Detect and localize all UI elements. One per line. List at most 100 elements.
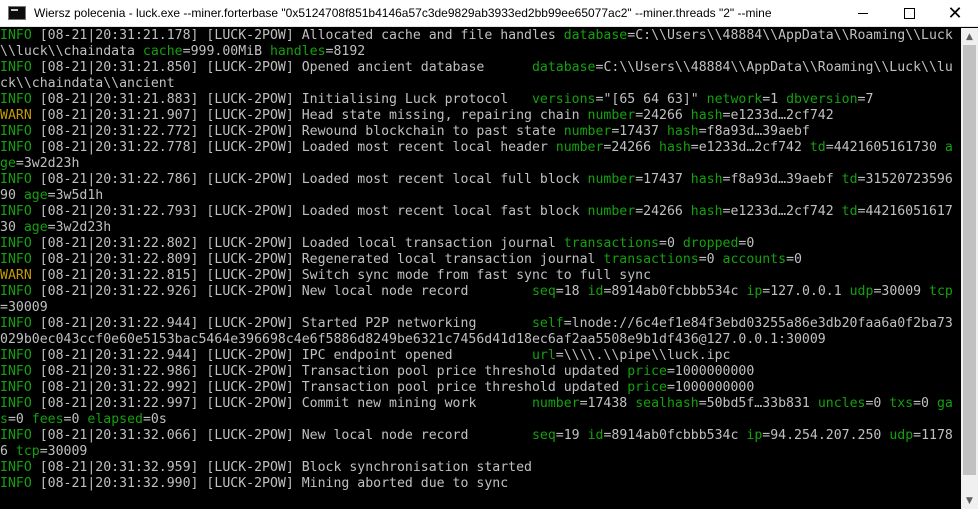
log-key: number [587,204,636,219]
close-button[interactable]: ✕ [932,0,978,27]
log-key: age [23,188,48,203]
log-text: =50bd5f…33b831 [698,396,818,411]
log-level-info: INFO [0,28,32,43]
log-text: =30009 [39,444,88,459]
maximize-button[interactable] [886,0,932,27]
console-line: WARN [08-21|20:31:22.815] [LUCK-2POW] Sw… [0,268,961,284]
log-text: =30009 [873,284,930,299]
log-text: =19 [555,428,588,443]
log-key: network [706,92,763,107]
log-key: dropped [682,236,739,251]
log-text: [08-21|20:31:22.786] [LUCK-2POW] Loaded … [31,172,588,187]
log-text: [08-21|20:31:32.959] [LUCK-2POW] Block s… [31,460,532,475]
console-line: 6 tcp=30009 [0,444,961,460]
log-level-info: INFO [0,124,32,139]
log-key: fees [31,412,64,427]
log-key: versions [531,92,596,107]
log-text: =24266 [635,108,691,123]
log-text: =1178 [913,428,953,443]
log-key: udp [849,284,874,299]
log-text: 6 [0,444,16,459]
log-text: =3w5d1h [47,188,104,203]
log-text: [08-21|20:31:22.778] [LUCK-2POW] Loaded … [31,140,556,155]
log-key: sealhash [635,396,699,411]
console-line: INFO [08-21|20:31:22.778] [LUCK-2POW] Lo… [0,140,961,156]
log-level-warn: WARN [0,108,32,123]
log-text: =C:\\Users\\48884\\AppData\\Roaming\\Luc… [595,60,953,75]
vertical-scrollbar[interactable]: ▲ ▼ [961,28,978,509]
minimize-icon [858,12,868,14]
log-key: hash [659,140,691,155]
log-text: =17438 [579,396,636,411]
log-text: =0s [142,412,167,427]
console-line: INFO [08-21|20:31:22.793] [LUCK-2POW] Lo… [0,204,961,220]
log-text: =7 [857,92,874,107]
console-line: INFO [08-21|20:31:21.883] [LUCK-2POW] In… [0,92,961,108]
log-text: =8192 [325,44,366,59]
log-text: 029b0ec043ccf0e60e5153bac5464e396698c4e6… [0,332,826,347]
log-level-info: INFO [0,92,32,107]
log-text: [08-21|20:31:21.178] [LUCK-2POW] Allocat… [31,28,564,43]
log-key: td [809,140,826,155]
console-window: Wiersz polecenia - luck.exe --miner.fort… [0,0,978,509]
log-text: =999.00MiB [182,44,270,59]
log-text: [08-21|20:31:22.793] [LUCK-2POW] Loaded … [31,204,588,219]
console-line: 029b0ec043ccf0e60e5153bac5464e396698c4e6… [0,332,961,348]
log-key: hash [690,108,723,123]
log-text: =1000000000 [666,380,755,395]
log-text: =C:\\Users\\48884\\AppData\\Roaming\\Luc… [627,28,953,43]
log-text: =94.254.207.250 [762,428,890,443]
log-text: [08-21|20:31:22.802] [LUCK-2POW] Loaded … [31,236,564,251]
log-level-info: INFO [0,476,32,491]
log-level-info: INFO [0,172,32,187]
log-key: seq [531,284,556,299]
console-line: INFO [08-21|20:31:22.772] [LUCK-2POW] Re… [0,124,961,140]
scrollbar-thumb[interactable] [963,45,976,475]
log-key: handles [269,44,326,59]
log-key: id [587,428,604,443]
log-level-info: INFO [0,428,32,443]
title-bar[interactable]: Wiersz polecenia - luck.exe --miner.fort… [0,0,978,27]
console-output[interactable]: INFO [08-21|20:31:21.178] [LUCK-2POW] Al… [0,28,961,509]
console-line: =30009 [0,300,961,316]
log-level-info: INFO [0,348,32,363]
console-line: 30 age=3w2d23h [0,220,961,236]
log-key: dbversion [786,92,858,107]
log-level-info: INFO [0,460,32,475]
log-key: ip [746,284,763,299]
log-text: =30009 [0,300,48,315]
log-key: id [587,284,604,299]
log-text: =0 [63,412,88,427]
log-text: [08-21|20:31:22.986] [LUCK-2POW] Transac… [31,364,628,379]
log-text: =127.0.0.1 [762,284,850,299]
log-level-info: INFO [0,60,32,75]
log-text: [08-21|20:31:22.772] [LUCK-2POW] Rewound… [31,124,564,139]
cmd-app-icon [8,6,26,20]
log-text: =0 [913,396,937,411]
log-text: [08-21|20:31:21.907] [LUCK-2POW] Head st… [31,108,588,123]
log-text: =0 [738,236,755,251]
log-text: =e1233d…2cf742 [722,108,834,123]
log-key: udp [889,428,914,443]
console-line: 90 age=3w5d1h [0,188,961,204]
log-level-info: INFO [0,204,32,219]
minimize-button[interactable] [840,0,886,27]
log-text: [08-21|20:31:22.992] [LUCK-2POW] Transac… [31,380,628,395]
scroll-down-arrow-icon[interactable]: ▼ [961,492,978,509]
log-text: ck\\chaindata\\ancient [0,76,175,91]
log-level-info: INFO [0,284,32,299]
log-level-info: INFO [0,140,32,155]
log-key: s [0,412,8,427]
log-key: txs [889,396,914,411]
log-key: price [627,380,667,395]
log-text: 30 [0,220,24,235]
log-text: ="[65 64 63]" [595,92,707,107]
log-text: [08-21|20:31:32.990] [LUCK-2POW] Mining … [31,476,509,491]
log-text: =24266 [603,140,659,155]
log-key: hash [690,204,723,219]
scroll-up-arrow-icon[interactable]: ▲ [961,28,978,45]
log-key: ge [0,156,16,171]
log-key: tcp [15,444,40,459]
console-line: INFO [08-21|20:31:32.990] [LUCK-2POW] Mi… [0,476,961,492]
log-key: number [587,172,636,187]
